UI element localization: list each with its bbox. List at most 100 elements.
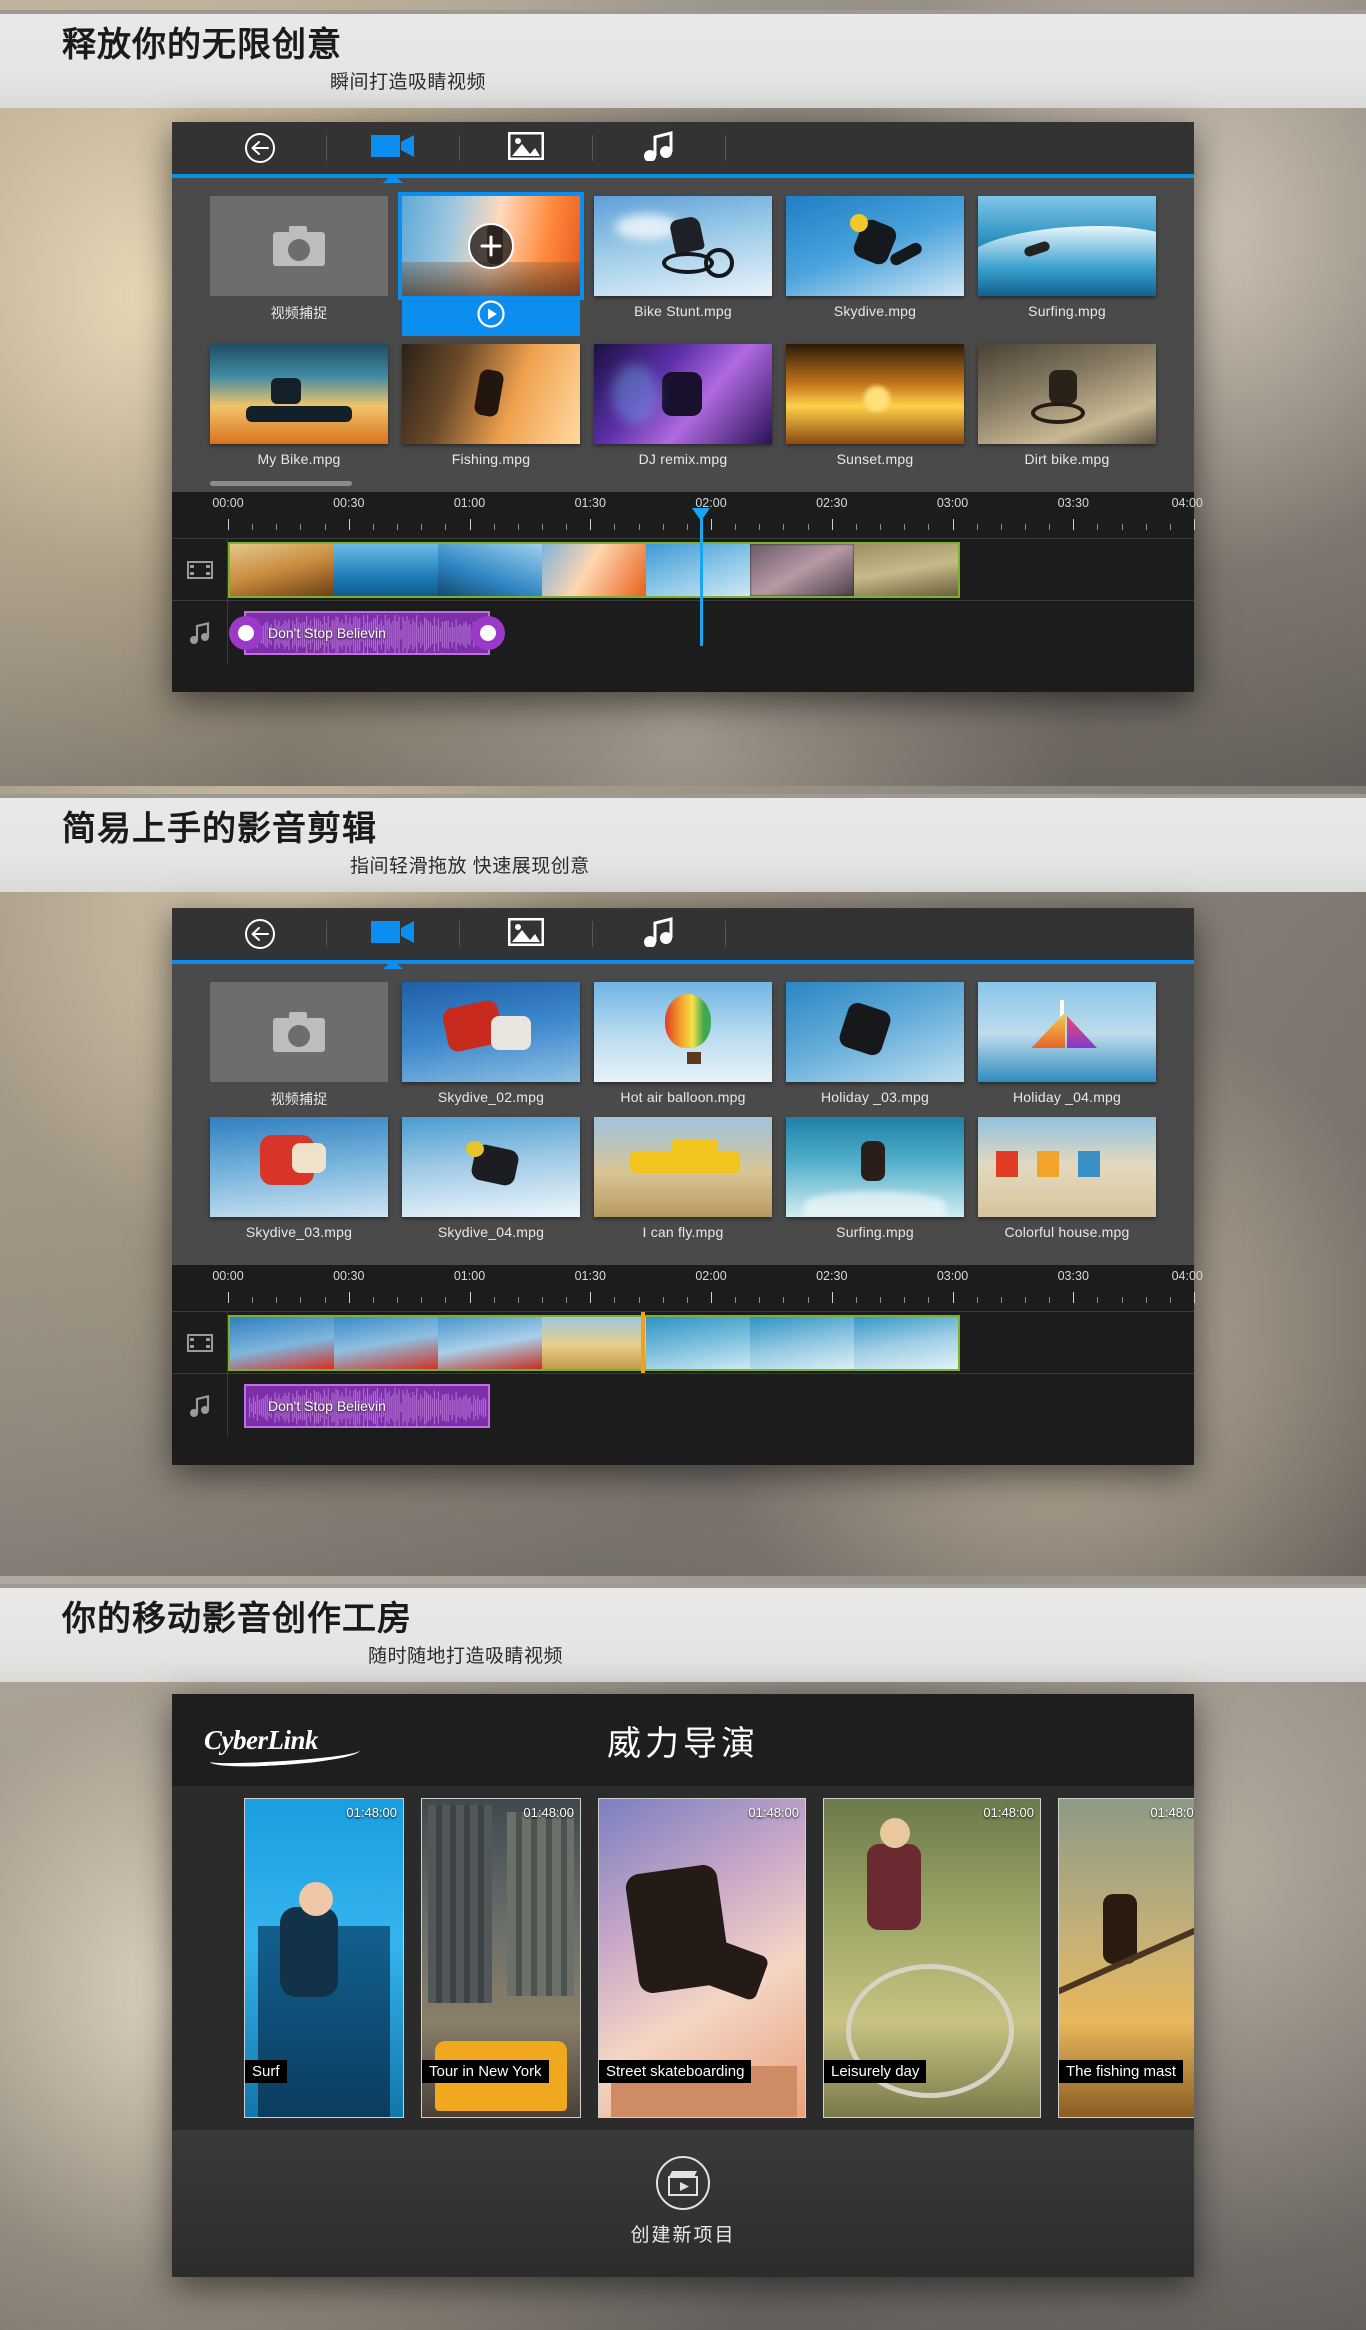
media-row: My Bike.mpg Fishing.mpg DJ remix.mpg Sun… — [172, 344, 1194, 475]
ruler-tick-label: 00:00 — [212, 496, 244, 510]
media-item[interactable]: Skydive_04.mpg — [402, 1117, 580, 1240]
project-card[interactable]: 01:48:00 The fishing mast — [1058, 1798, 1194, 2118]
media-item[interactable]: Skydive_03.mpg — [210, 1117, 388, 1240]
media-item-selected[interactable] — [398, 192, 584, 336]
tab-video-1[interactable] — [327, 122, 459, 183]
ruler-tick-label: 03:30 — [1057, 1269, 1089, 1283]
media-item-label: Skydive_03.mpg — [245, 1224, 353, 1240]
tab-music-2[interactable] — [593, 908, 725, 960]
media-item[interactable]: Holiday _03.mpg — [786, 982, 964, 1109]
media-item-label: Surfing.mpg — [836, 1224, 914, 1240]
video-clip-dragging[interactable] — [438, 1316, 542, 1369]
video-clip[interactable] — [542, 543, 646, 596]
media-item-label: My Bike.mpg — [257, 451, 341, 467]
drop-insert-marker — [641, 1312, 645, 1373]
capture-tile-1[interactable]: 视频捕捉 — [210, 196, 388, 336]
video-clip-strip[interactable] — [228, 1314, 960, 1371]
project-card[interactable]: 01:48:00 Surf — [244, 1798, 404, 2118]
tab-music-1[interactable] — [593, 122, 725, 174]
timeline-ruler-1[interactable]: 00:00 00:30 01:00 01:30 02:00 02:30 03:0… — [172, 492, 1203, 646]
back-button-1[interactable] — [194, 122, 326, 174]
ruler-labels: 00:00 00:30 01:00 01:30 02:00 02:30 03:0… — [212, 1265, 1203, 1289]
media-item[interactable]: DJ remix.mpg — [594, 344, 772, 467]
ruler-tick-label: 04:00 — [1171, 1269, 1203, 1283]
media-item-label: Holiday _04.mpg — [1012, 1089, 1122, 1105]
media-item[interactable]: Surfing.mpg — [978, 196, 1156, 336]
media-item[interactable]: Bike Stunt.mpg — [594, 196, 772, 336]
media-item[interactable]: I can fly.mpg — [594, 1117, 772, 1240]
ruler-tick-label: 00:00 — [212, 1269, 244, 1283]
video-clip[interactable] — [854, 543, 958, 596]
video-track-2 — [172, 1311, 1194, 1373]
back-button-2[interactable] — [194, 908, 326, 960]
project-name: Street skateboarding — [599, 2060, 752, 2083]
add-to-timeline-badge[interactable] — [468, 223, 514, 269]
media-item[interactable]: Surfing.mpg — [786, 1117, 964, 1240]
media-item[interactable]: Hot air balloon.mpg — [594, 982, 772, 1109]
media-play-button[interactable] — [402, 296, 580, 336]
headline-band-1: 释放你的无限创意 瞬间打造吸睛视频 — [0, 10, 1366, 109]
media-thumbnail — [786, 196, 964, 296]
project-name: Leisurely day — [824, 2060, 927, 2083]
video-clip[interactable] — [230, 543, 334, 596]
launcher-window: CyberLink 威力导演 01:48:00 Surf 01:48:00 To… — [172, 1694, 1194, 2277]
media-thumbnail — [402, 344, 580, 444]
video-clip-strip[interactable] — [228, 541, 960, 598]
tab-photo-1[interactable] — [460, 122, 592, 174]
audio-track-2: Don't Stop Believin — [172, 1373, 1194, 1437]
media-item[interactable]: Fishing.mpg — [402, 344, 580, 467]
timeline-ruler-2[interactable]: 00:00 00:30 01:00 01:30 02:00 02:30 03:0… — [172, 1265, 1203, 1311]
library-scrollbar[interactable] — [210, 481, 352, 486]
video-camera-icon — [371, 919, 415, 950]
capture-tile-2[interactable]: 视频捕捉 — [210, 982, 388, 1109]
video-clip[interactable] — [438, 543, 542, 596]
film-strip-icon — [172, 539, 228, 600]
media-thumbnail — [594, 1117, 772, 1217]
video-clip[interactable] — [646, 543, 750, 596]
media-thumbnail — [786, 344, 964, 444]
media-item[interactable]: Sunset.mpg — [786, 344, 964, 467]
audio-clip-label: Don't Stop Believin — [268, 1397, 386, 1414]
video-clip[interactable] — [646, 1316, 750, 1369]
project-name: Tour in New York — [422, 2060, 549, 2083]
tab-photo-2[interactable] — [460, 908, 592, 960]
media-item-label: Holiday _03.mpg — [820, 1089, 930, 1105]
video-clip[interactable] — [750, 1316, 854, 1369]
ruler-tick-label: 01:00 — [453, 1269, 486, 1283]
project-card[interactable]: 01:48:00 Street skateboarding — [598, 1798, 806, 2118]
audio-clip-handle-left[interactable] — [229, 615, 263, 650]
video-clip-dragging[interactable] — [230, 1316, 334, 1369]
video-clip-dragging[interactable] — [542, 1316, 646, 1369]
playhead-1[interactable] — [692, 508, 711, 646]
headline-band-3: 你的移动影音创作工房 随时随地打造吸睛视频 — [0, 1584, 1366, 1683]
media-thumbnail — [594, 196, 772, 296]
project-card[interactable]: 01:48:00 Leisurely day — [823, 1798, 1041, 2118]
video-clip[interactable] — [750, 543, 854, 596]
ruler-tick-label: 02:00 — [695, 1269, 727, 1283]
ruler-tick-label: 01:30 — [574, 1269, 606, 1283]
media-item[interactable]: My Bike.mpg — [210, 344, 388, 467]
audio-clip-handle-right[interactable] — [471, 615, 505, 650]
media-item-label: Skydive.mpg — [833, 303, 917, 319]
media-item[interactable]: Colorful house.mpg — [978, 1117, 1156, 1240]
new-project-button[interactable]: 创建新项目 — [172, 2130, 1194, 2277]
video-clip[interactable] — [854, 1316, 958, 1369]
section-unleash-creativity: 释放你的无限创意 瞬间打造吸睛视频 视频捕捉 Bike Stunt.mpg Sk… — [0, 0, 1366, 786]
media-item[interactable]: Skydive_02.mpg — [402, 982, 580, 1109]
media-item[interactable]: Skydive.mpg — [786, 196, 964, 336]
media-item[interactable]: Holiday _04.mpg — [978, 982, 1156, 1109]
project-list[interactable]: 01:48:00 Surf 01:48:00 Tour in New York … — [172, 1786, 1194, 2130]
video-clip[interactable] — [334, 543, 438, 596]
video-clip-dragging[interactable] — [334, 1316, 438, 1369]
project-duration: 01:48:00 — [346, 1805, 397, 1820]
ruler-tick-label: 03:00 — [936, 496, 969, 510]
toolbar-divider — [725, 135, 726, 161]
media-item[interactable]: Dirt bike.mpg — [978, 344, 1156, 467]
media-item-label: Hot air balloon.mpg — [620, 1089, 746, 1105]
audio-clip-1[interactable]: Don't Stop Believin — [229, 610, 505, 655]
media-row: 视频捕捉 Bike Stunt.mpg Skydive.mpg Surfing.… — [172, 192, 1194, 344]
tab-video-2[interactable] — [327, 908, 459, 969]
active-tab-underline-2 — [172, 960, 1194, 964]
audio-clip-2[interactable]: Don't Stop Believin — [244, 1383, 490, 1428]
project-card[interactable]: 01:48:00 Tour in New York — [421, 1798, 581, 2118]
